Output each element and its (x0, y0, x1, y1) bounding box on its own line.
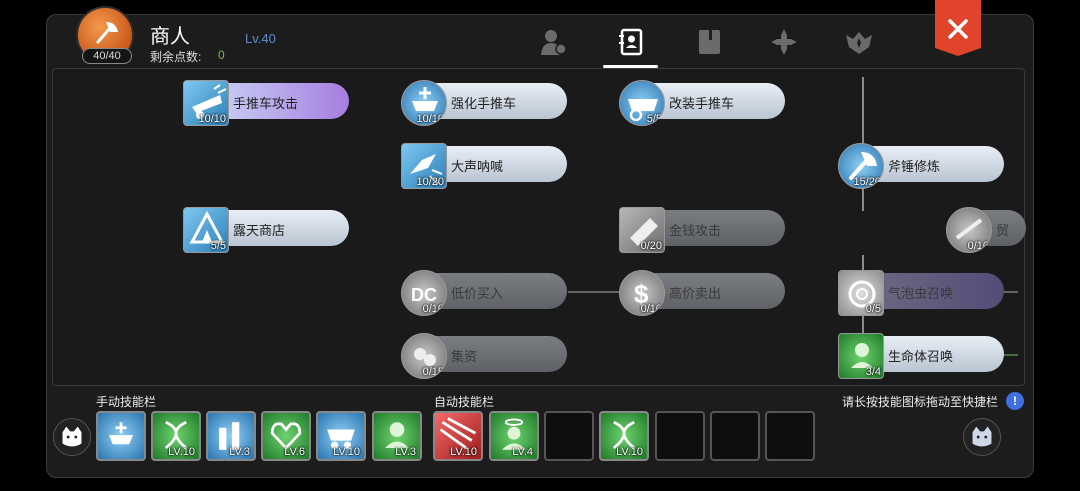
skill-fundraise[interactable]: 集资 0/15 (401, 333, 567, 379)
auto-slot-5-empty[interactable] (655, 411, 705, 461)
auto-slot-7-empty[interactable] (765, 411, 815, 461)
points-value: 0 (218, 48, 225, 62)
auto-slot-1[interactable]: LV.10 (433, 411, 483, 461)
axe-hammer-training-icon: 15/20 (838, 143, 884, 189)
slot-level: LV.10 (616, 446, 643, 458)
cross-icon (771, 29, 797, 55)
auto-slot-3-empty[interactable] (544, 411, 594, 461)
overcharge-icon: $ 0/10 (619, 270, 665, 316)
skill-loud-shout[interactable]: 大声呐喊 10/20 (401, 143, 567, 189)
skill-axe-hammer-training[interactable]: 斧锤修炼 15/20 (838, 143, 1004, 189)
skill-label: 低价买入 (451, 286, 504, 301)
level-text: Lv.40 (245, 31, 276, 46)
drag-hint-text: 请长按技能图标拖动至快捷栏 (842, 395, 999, 409)
skill-label: 露天商店 (233, 223, 286, 238)
bubble-bug-summon-icon: 0/5 (838, 270, 884, 316)
close-icon (935, 0, 981, 56)
skill-count: 3/4 (865, 366, 881, 378)
profile-icon (541, 30, 567, 55)
skill-count: 0/10 (640, 303, 662, 315)
skill-count: 0/10 (967, 240, 989, 252)
skill-label: 贸 (996, 223, 1010, 238)
emblem-icon (846, 32, 872, 54)
skill-count: 10/10 (416, 113, 444, 125)
skill-open-shop[interactable]: 露天商店 5/5 (183, 207, 349, 253)
cart-modify-icon: 5/5 (619, 80, 665, 126)
book-icon (699, 30, 720, 54)
skill-label: 生命体召唤 (888, 349, 954, 364)
manual-slot-3[interactable]: LV.3 (206, 411, 256, 461)
auto-slot-6-empty[interactable] (710, 411, 760, 461)
avatar-count: 40/40 (82, 48, 132, 64)
skill-book-tab[interactable] (616, 27, 646, 57)
skill-count: 0/20 (640, 240, 662, 252)
skill-label: 集资 (451, 349, 478, 364)
open-shop-icon: 5/5 (183, 207, 229, 253)
auto-bar-face-icon[interactable] (963, 418, 1001, 456)
skill-count: 5/5 (646, 113, 662, 125)
skill-discount[interactable]: 低价买入 DC 0/10 (401, 270, 567, 316)
skill-cart-modify[interactable]: 改装手推车 5/5 (619, 80, 785, 126)
slot-level: LV.4 (512, 446, 533, 458)
slot-level: LV.10 (450, 446, 477, 458)
guide-book-tab[interactable] (694, 27, 724, 57)
skill-count: 10/20 (416, 176, 444, 188)
skill-cart-attack[interactable]: 手推车攻击 10/10 (183, 80, 349, 126)
discount-icon: DC 0/10 (401, 270, 447, 316)
skill-bubble-bug-summon[interactable]: 气泡虫召唤 0/5 (838, 270, 1004, 316)
skill-label: 金钱攻击 (669, 223, 722, 238)
skill-count: 5/5 (210, 240, 226, 252)
manual-slot-2[interactable]: LV.10 (151, 411, 201, 461)
manual-slot-5[interactable]: LV.10 (316, 411, 366, 461)
profile-tab[interactable] (538, 27, 568, 57)
manual-slot-1[interactable] (96, 411, 146, 461)
auto-skill-bar-label: 自动技能栏 (434, 395, 495, 409)
skill-label: 气泡虫召唤 (888, 286, 954, 301)
skill-count: 10/10 (198, 113, 226, 125)
slot-level: LV.6 (284, 446, 305, 458)
manual-bar-face-icon[interactable] (53, 418, 91, 456)
axe-icon (96, 22, 118, 44)
skill-book-icon (619, 28, 643, 56)
class-name: 商人 (150, 26, 190, 48)
info-icon[interactable]: ! (1006, 392, 1024, 410)
skill-label: 高价卖出 (669, 286, 722, 301)
skill-trade[interactable]: 贸 0/10 (946, 207, 1026, 253)
manual-slot-6[interactable]: LV.3 (372, 411, 422, 461)
loud-shout-icon: 10/20 (401, 143, 447, 189)
trade-icon: 0/10 (946, 207, 992, 253)
cart-attack-icon: 10/10 (183, 80, 229, 126)
cart-boost-icon: 10/10 (401, 80, 447, 126)
cross-tab[interactable] (769, 27, 799, 57)
money-attack-icon: 0/20 (619, 207, 665, 253)
slot-level: LV.3 (395, 446, 416, 458)
auto-slot-2[interactable]: LV.4 (489, 411, 539, 461)
skill-label: 改装手推车 (669, 96, 735, 111)
slot-level: LV.10 (168, 446, 195, 458)
skill-count: 15/20 (853, 176, 881, 188)
skill-label: 强化手推车 (451, 96, 517, 111)
skill-label: 斧锤修炼 (888, 159, 941, 174)
auto-slot-4[interactable]: LV.10 (599, 411, 649, 461)
skill-count: 0/10 (422, 303, 444, 315)
fundraise-icon: 0/15 (401, 333, 447, 379)
manual-slot-4[interactable]: LV.6 (261, 411, 311, 461)
skill-count: 0/5 (865, 303, 881, 315)
slot-level: LV.3 (229, 446, 250, 458)
skill-label: 手推车攻击 (233, 96, 299, 111)
skill-money-attack[interactable]: 金钱攻击 0/20 (619, 207, 785, 253)
slot-level: LV.10 (333, 446, 360, 458)
manual-skill-bar-label: 手动技能栏 (96, 395, 157, 409)
skill-label: 大声呐喊 (451, 159, 504, 174)
skill-life-form-summon[interactable]: 生命体召唤 3/4 (838, 333, 1004, 379)
cart-boost-slot-icon (109, 422, 133, 445)
close-button[interactable] (935, 0, 981, 56)
svg-text:DC: DC (411, 285, 437, 305)
skill-cart-boost[interactable]: 强化手推车 10/10 (401, 80, 567, 126)
life-form-summon-icon: 3/4 (838, 333, 884, 379)
skill-count: 0/15 (422, 366, 444, 378)
emblem-tab[interactable] (844, 27, 874, 57)
skill-overcharge[interactable]: 高价卖出 $ 0/10 (619, 270, 785, 316)
points-label: 剩余点数: (150, 50, 202, 64)
